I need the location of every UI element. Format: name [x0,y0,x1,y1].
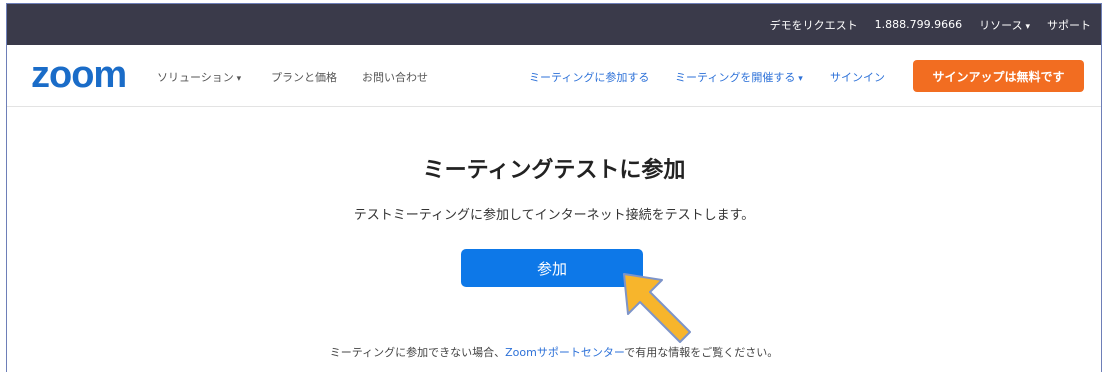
help-text-suffix: で有用な情報をご覧ください。 [624,346,779,359]
page-title: ミーティングテストに参加 [422,158,686,183]
solutions-menu[interactable]: ソリューション [157,69,241,85]
top-utility-bar: デモをリクエスト 1.888.799.9666 リソース サポート [7,4,1101,45]
support-center-link[interactable]: Zoomサポートセンター [505,346,624,359]
phone-number-link[interactable]: 1.888.799.9666 [875,18,962,31]
contact-link[interactable]: お問い合わせ [362,69,428,85]
join-meeting-link[interactable]: ミーティングに参加する [529,69,649,85]
browser-frame: デモをリクエスト 1.888.799.9666 リソース サポート zoom ソ… [6,3,1102,372]
support-link[interactable]: サポート [1047,17,1091,33]
help-text: ミーティングに参加できない場合、Zoomサポートセンターで有用な情報をご覧くださ… [7,344,1101,360]
zoom-logo[interactable]: zoom [31,56,127,94]
help-text-prefix: ミーティングに参加できない場合、 [329,346,506,359]
plans-link[interactable]: プランと価格 [271,69,337,85]
sign-in-link[interactable]: サインイン [830,69,885,85]
resources-menu[interactable]: リソース [979,17,1030,33]
host-meeting-menu[interactable]: ミーティングを開催する [675,69,803,85]
sign-up-button[interactable]: サインアップは無料です [913,60,1084,92]
arrow-up-left-icon [623,273,691,343]
main-nav: zoom ソリューション プランと価格 お問い合わせ ミーティングに参加する ミ… [7,46,1101,107]
join-button[interactable]: 参加 [461,249,643,287]
request-demo-link[interactable]: デモをリクエスト [770,17,858,33]
page-subtitle: テストミーティングに参加してインターネット接続をテストします。 [353,208,755,223]
